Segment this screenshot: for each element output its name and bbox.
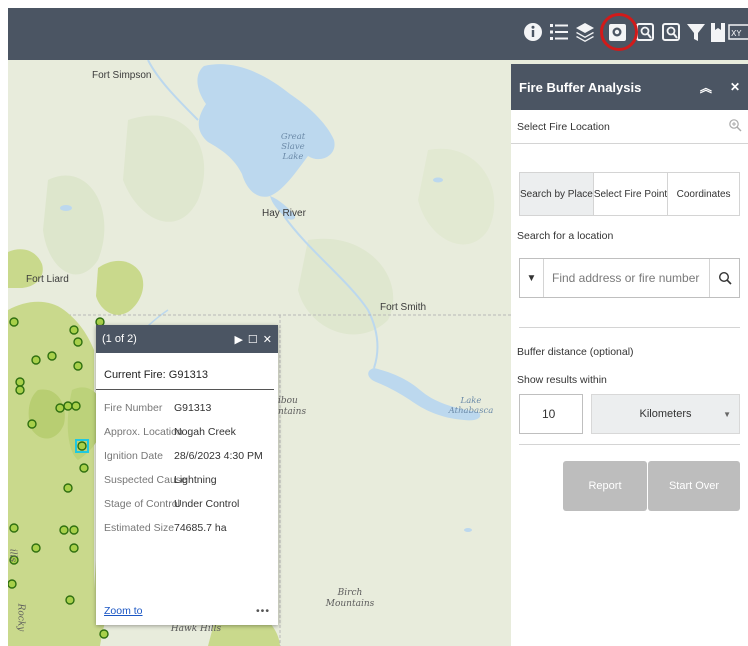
- panel-header: Fire Buffer Analysis ︽ ✕: [511, 64, 748, 110]
- close-icon[interactable]: ✕: [263, 333, 272, 346]
- attr-row: Approx. Location Nogah Creek: [96, 420, 278, 444]
- distance-row: 10 Kilometers ▼: [519, 394, 740, 434]
- tab-search-by-place[interactable]: Search by Place: [520, 173, 593, 215]
- divider: [519, 327, 740, 328]
- fire-buffer-icon[interactable]: [606, 18, 630, 48]
- attr-key: Stage of Control: [104, 498, 180, 510]
- fire-buffer-panel: Fire Buffer Analysis ︽ ✕ Select Fire Loc…: [511, 64, 748, 646]
- attr-key: Ignition Date: [104, 450, 163, 462]
- dock-icon[interactable]: ☐: [248, 333, 258, 346]
- attr-row: Ignition Date 28/6/2023 4:30 PM: [96, 444, 278, 468]
- attr-value: 74685.7 ha: [174, 522, 227, 534]
- popup-header: (1 of 2) ▶ ☐ ✕: [96, 325, 278, 353]
- coordinates-icon[interactable]: XY: [728, 18, 748, 48]
- fire-popup: (1 of 2) ▶ ☐ ✕ Current Fire: G91313 Fire…: [96, 325, 278, 625]
- search-box: ▼: [519, 258, 740, 298]
- attr-key: Suspected Cause: [104, 474, 187, 486]
- close-panel-icon[interactable]: ✕: [730, 80, 740, 94]
- terrain-label-hawk-hills: Hawk Hills: [170, 624, 222, 634]
- attr-key: Estimated Size: [104, 522, 175, 534]
- location-tabs: Search by Place Select Fire Point Coordi…: [519, 172, 740, 216]
- attr-key: Fire Number: [104, 402, 163, 414]
- place-hay-river: Hay River: [262, 208, 306, 219]
- divider: [519, 444, 740, 445]
- more-options-icon[interactable]: •••: [256, 605, 270, 617]
- query-icon[interactable]: [634, 18, 658, 48]
- attr-value: G91313: [174, 402, 212, 414]
- filter-icon[interactable]: [684, 18, 708, 48]
- top-toolbar: XY: [8, 8, 748, 60]
- attr-row: Estimated Size 74685.7 ha: [96, 516, 278, 540]
- search-source-dropdown[interactable]: ▼: [520, 259, 544, 297]
- action-buttons: Report Start Over: [563, 461, 740, 511]
- distance-input[interactable]: 10: [519, 394, 583, 434]
- search-input[interactable]: [544, 259, 709, 297]
- place-fort-smith: Fort Smith: [380, 302, 427, 313]
- panel-title: Fire Buffer Analysis: [519, 79, 642, 95]
- bookmark-icon[interactable]: [706, 18, 730, 48]
- place-fort-simpson: Fort Simpson: [92, 70, 152, 81]
- lake-label-great-slave: Great Slave Lake: [280, 132, 306, 162]
- attr-row: Stage of Control Under Control: [96, 492, 278, 516]
- attr-key: Approx. Location: [104, 426, 183, 438]
- attr-value: Under Control: [174, 498, 240, 510]
- attr-value: 28/6/2023 4:30 PM: [174, 450, 263, 462]
- buffer-label: Buffer distance (optional): [517, 346, 634, 358]
- popup-footer: Zoom to •••: [104, 605, 270, 617]
- terrain-label-rocky: Rocky: [15, 603, 26, 632]
- terrain-label-hills: ills: [8, 548, 18, 563]
- distance-unit-value: Kilometers: [639, 408, 692, 420]
- attr-row: Suspected Cause Lightning: [96, 468, 278, 492]
- select-location-row: Select Fire Location: [511, 110, 748, 144]
- distance-unit-select[interactable]: Kilometers ▼: [591, 394, 740, 434]
- legend-icon[interactable]: [547, 18, 571, 48]
- query-2-icon[interactable]: [660, 18, 684, 48]
- svg-text:XY: XY: [731, 29, 741, 38]
- zoom-to-link[interactable]: Zoom to: [104, 605, 143, 617]
- terrain-label-birch-mountains: Birch Mountains: [325, 588, 375, 609]
- attr-row: Fire Number G91313: [96, 396, 278, 420]
- show-within-label: Show results within: [517, 374, 607, 386]
- next-feature-icon[interactable]: ▶: [234, 333, 242, 346]
- attr-value: Lightning: [174, 474, 217, 486]
- start-over-button[interactable]: Start Over: [648, 461, 740, 511]
- lake-label-athabasca: Lake Athabasca: [448, 396, 494, 416]
- popup-count: (1 of 2): [102, 333, 137, 345]
- collapse-icon[interactable]: ︽: [700, 79, 712, 96]
- attr-value: Nogah Creek: [174, 426, 236, 438]
- zoom-location-icon[interactable]: [728, 118, 742, 135]
- tab-coordinates[interactable]: Coordinates: [667, 173, 739, 215]
- terrain-label-caribou: ibou ntains: [278, 396, 307, 417]
- layers-icon[interactable]: [573, 18, 597, 48]
- search-label: Search for a location: [517, 230, 614, 242]
- place-fort-liard: Fort Liard: [26, 274, 69, 285]
- info-icon[interactable]: [521, 18, 545, 48]
- tab-select-fire-point[interactable]: Select Fire Point: [592, 173, 667, 215]
- search-icon[interactable]: [709, 259, 739, 297]
- chevron-down-icon: ▼: [723, 409, 731, 419]
- report-button[interactable]: Report: [563, 461, 647, 511]
- popup-title: Current Fire: G91313: [96, 353, 274, 390]
- select-location-label: Select Fire Location: [517, 120, 610, 133]
